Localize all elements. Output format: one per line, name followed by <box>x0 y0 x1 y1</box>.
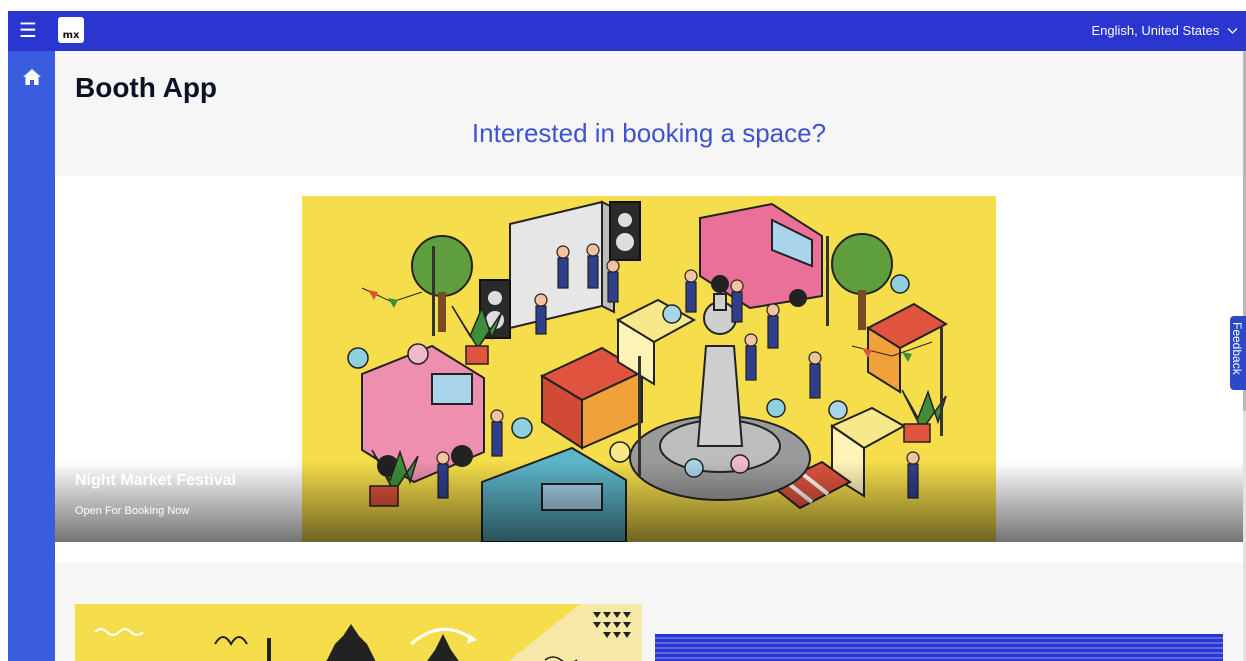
event-status: Open For Booking Now <box>75 505 190 517</box>
app-logo[interactable]: mx <box>58 17 84 43</box>
page-title: Booth App <box>75 72 218 103</box>
app-window: ☰ mx English, United States Booth App In… <box>0 0 1246 661</box>
main-content: Booth App Interested in booking a space? <box>55 51 1243 661</box>
secondary-event-illustration[interactable] <box>75 604 642 661</box>
booking-headline: Interested in booking a space? <box>471 118 827 148</box>
chevron-down-icon <box>1227 22 1238 40</box>
hamburger-menu-icon[interactable]: ☰ <box>18 19 38 43</box>
event-title: Night Market Festival <box>75 472 236 489</box>
top-navbar: ☰ mx English, United States <box>8 11 1246 51</box>
featured-event-card[interactable]: Night Market Festival Open For Booking N… <box>55 176 1243 563</box>
feedback-tab[interactable]: Feedback <box>1230 316 1246 390</box>
language-selector[interactable]: English, United States <box>1091 22 1238 40</box>
sidebar <box>8 51 55 661</box>
secondary-event-banner[interactable] <box>655 634 1223 661</box>
home-icon[interactable] <box>22 67 42 87</box>
feedback-label: Feedback <box>1230 322 1244 375</box>
language-label: English, United States <box>1091 23 1220 38</box>
